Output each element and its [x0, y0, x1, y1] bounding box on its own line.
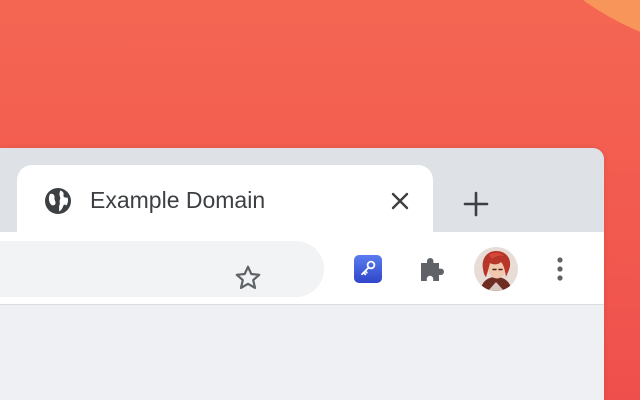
extension-button[interactable] — [347, 248, 389, 290]
star-icon[interactable] — [228, 258, 268, 298]
tab-title: Example Domain — [90, 187, 266, 213]
tab-active[interactable]: Example Domain — [17, 165, 433, 233]
globe-icon — [43, 186, 73, 216]
wallpaper-shape — [505, 0, 640, 60]
address-input[interactable] — [6, 241, 226, 297]
browser-window: Example Domain — [0, 148, 604, 400]
toolbar — [0, 232, 604, 305]
puzzle-icon[interactable] — [411, 248, 453, 290]
tab-separator — [0, 176, 4, 204]
key-icon — [354, 255, 382, 283]
omnibox[interactable] — [0, 241, 324, 297]
plus-icon[interactable] — [456, 184, 496, 224]
avatar[interactable] — [474, 247, 518, 291]
vertical-ellipsis-icon[interactable] — [539, 248, 581, 290]
close-icon[interactable] — [385, 186, 415, 216]
tab-strip: Example Domain — [0, 148, 604, 233]
page-content — [0, 305, 604, 400]
